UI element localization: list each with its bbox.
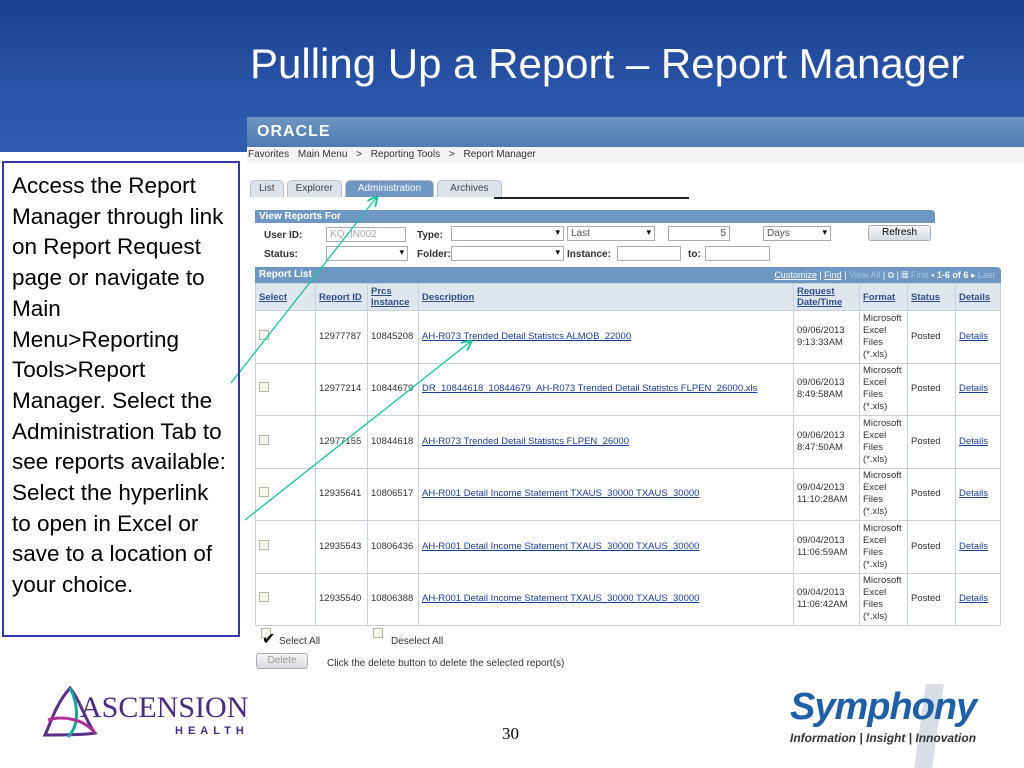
instruction-callout: Access the Report Manager through link o… [2,161,240,637]
arrow-to-administration-tab [230,198,376,384]
ascension-health-logo: ASCENSION HEALTH [40,685,250,745]
ascension-wordmark: ASCENSION [80,691,249,724]
page-number: 30 [502,724,519,743]
health-wordmark: HEALTH [175,725,249,737]
symphony-wordmark: Symphony [790,686,977,728]
arrow-to-report-link [244,342,470,521]
symphony-tagline: Information | Insight | Innovation [790,731,977,745]
symphony-logo: Symphony Information | Insight | Innovat… [780,684,1020,768]
